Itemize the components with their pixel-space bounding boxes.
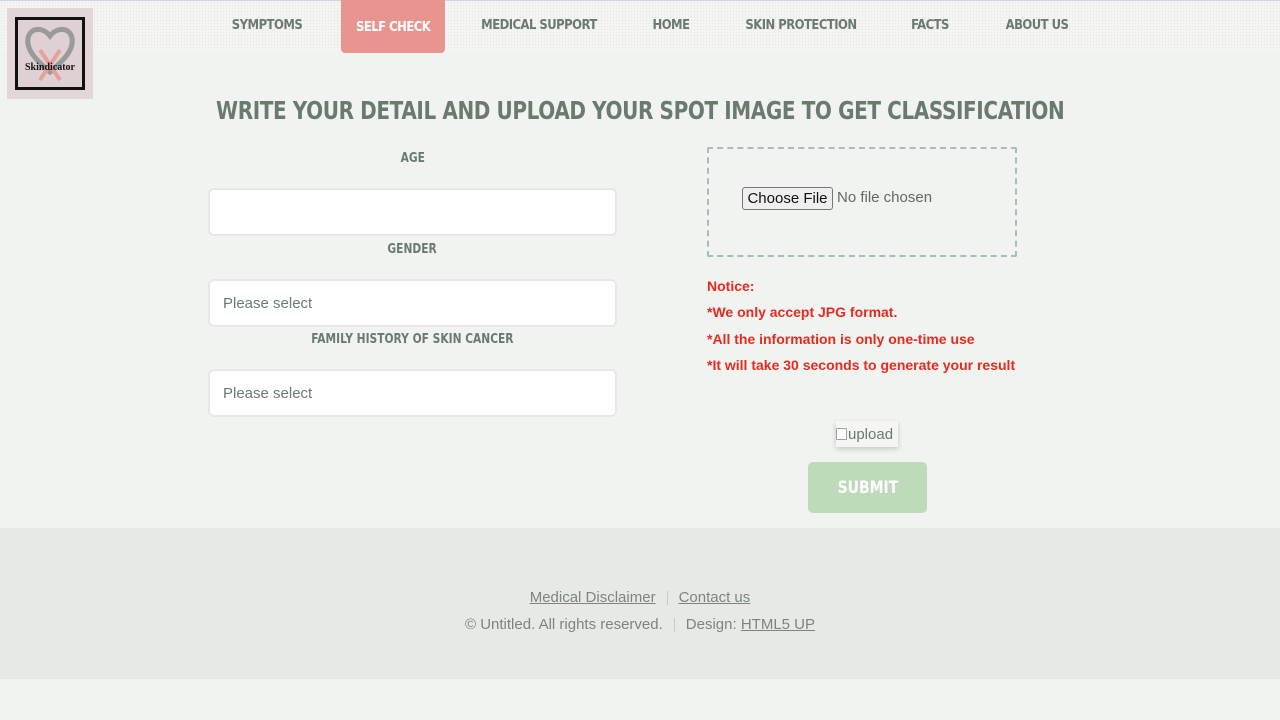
age-label-text: AGE	[400, 151, 425, 166]
notice-line-one-time: *All the information is only one-time us…	[707, 331, 975, 347]
medical-disclaimer-link[interactable]: Medical Disclaimer	[530, 589, 656, 606]
nav-item-self-check-label: SELF CHECK	[355, 18, 431, 35]
footer-divider	[666, 590, 668, 605]
file-upload-dropzone[interactable]: Choose File No file chosen	[707, 147, 1017, 257]
submit-button-label: SUBMIT	[837, 477, 898, 498]
nav-item-facts[interactable]: FACTS	[904, 0, 956, 50]
contact-us-link[interactable]: Contact us	[679, 589, 751, 606]
file-status-text: No file chosen	[837, 189, 933, 206]
page-title: WRITE YOUR DETAIL AND UPLOAD YOUR SPOT I…	[0, 96, 1280, 125]
footer-copyright-line: © Untitled. All rights reserved. Design:…	[0, 616, 1280, 633]
family-history-label: FAMILY HISTORY OF SKIN CANCER	[208, 332, 617, 347]
upload-image-placeholder[interactable]: upload	[836, 421, 898, 447]
gender-label-text: GENDER	[387, 242, 438, 257]
html5up-link[interactable]: HTML5 UP	[741, 616, 815, 633]
nav-item-medical-support[interactable]: MEDICAL SUPPORT	[480, 0, 599, 50]
gender-label: GENDER	[208, 242, 617, 257]
notice-line-duration: *It will take 30 seconds to generate you…	[707, 357, 1016, 373]
footer-divider	[673, 617, 675, 632]
design-prefix: Design:	[685, 616, 737, 633]
footer: Medical Disclaimer Contact us © Untitled…	[0, 528, 1280, 679]
broken-image-icon	[836, 428, 847, 440]
top-navigation-bar	[0, 0, 1280, 50]
nav-item-about-us[interactable]: ABOUT US	[1001, 0, 1073, 50]
age-input[interactable]	[208, 188, 617, 236]
logo-frame: Skindicator	[15, 17, 85, 90]
nav-item-symptoms[interactable]: SYMPTOMS	[231, 0, 303, 50]
family-history-select[interactable]: Please select	[208, 369, 617, 417]
submit-button[interactable]: SUBMIT	[808, 462, 927, 513]
site-logo[interactable]: Skindicator	[7, 8, 93, 99]
page-title-text: WRITE YOUR DETAIL AND UPLOAD YOUR SPOT I…	[215, 96, 1065, 125]
family-history-label-text: FAMILY HISTORY OF SKIN CANCER	[311, 332, 514, 347]
nav-item-skin-protection[interactable]: SKIN PROTECTION	[744, 0, 858, 50]
notice-title: Notice:	[707, 278, 755, 294]
footer-links: Medical Disclaimer Contact us	[0, 589, 1280, 606]
upload-image-alt: upload	[848, 425, 894, 443]
logo-text: Skindicator	[24, 62, 75, 73]
heart-ribbon-icon	[25, 27, 75, 82]
choose-file-button[interactable]: Choose File	[742, 187, 833, 210]
gender-select[interactable]: Please select	[208, 279, 617, 327]
nav-item-self-check[interactable]: SELF CHECK	[341, 0, 445, 53]
copyright-text: © Untitled. All rights reserved.	[464, 616, 663, 633]
age-label: AGE	[208, 151, 617, 166]
nav-item-home[interactable]: HOME	[644, 0, 697, 50]
notice-line-jpg: *We only accept JPG format.	[707, 304, 898, 320]
